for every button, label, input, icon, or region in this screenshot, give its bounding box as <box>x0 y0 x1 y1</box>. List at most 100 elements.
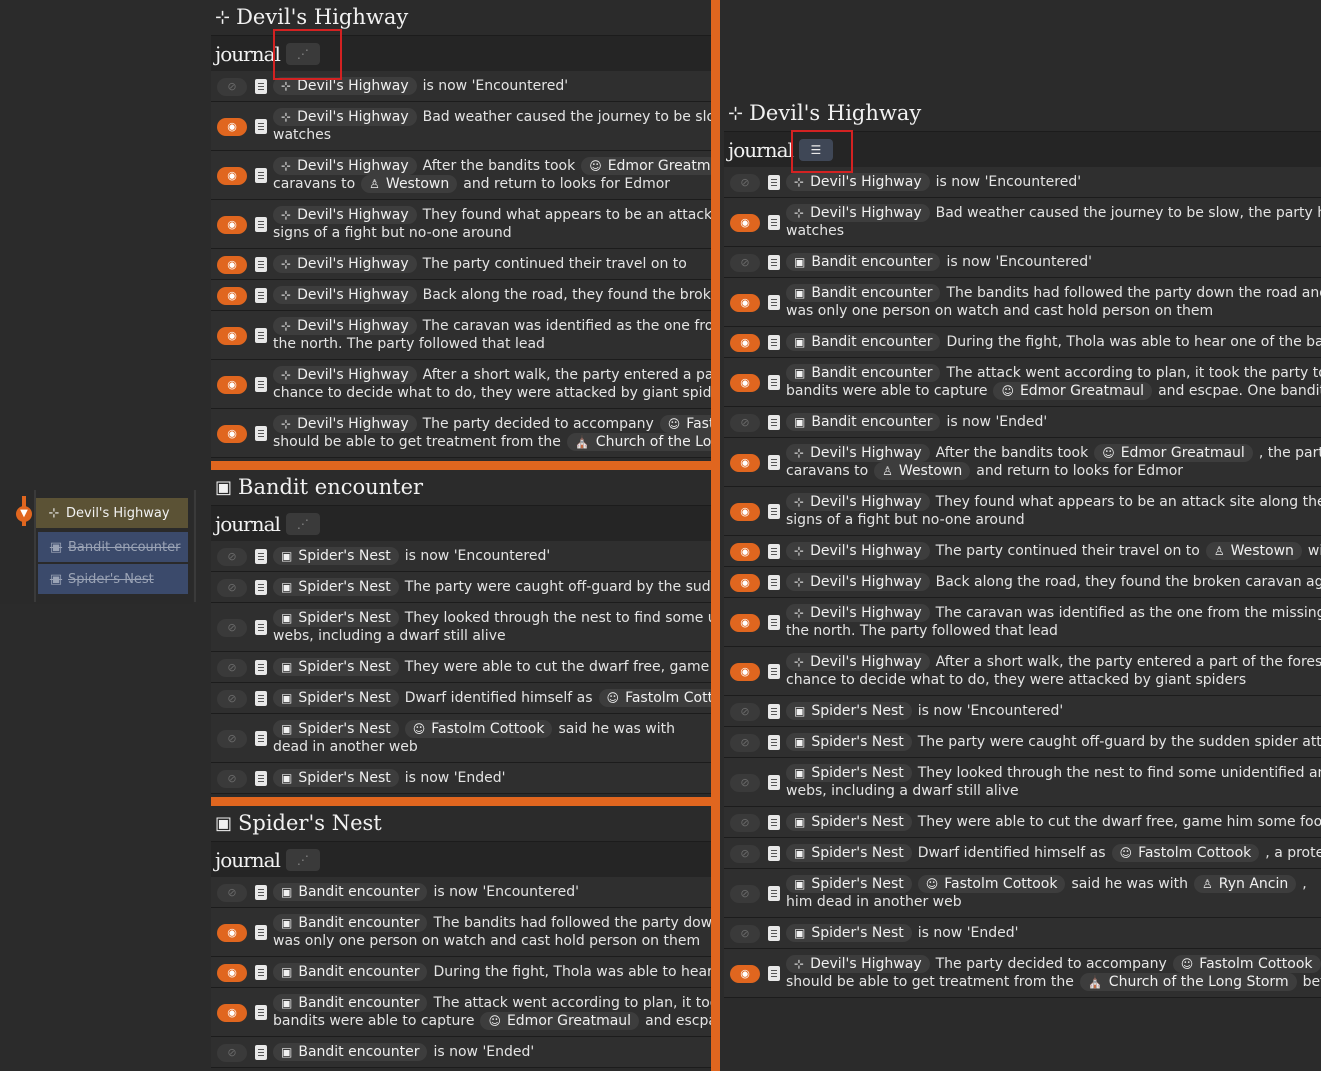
eye-off-icon[interactable]: ⊘ <box>730 884 760 903</box>
link-chip[interactable]: ▣ Bandit encounter <box>273 1043 428 1061</box>
document-icon[interactable] <box>255 217 267 232</box>
document-icon[interactable] <box>255 79 267 94</box>
document-icon[interactable] <box>768 544 780 559</box>
link-chip[interactable]: ▣ Spider's Nest <box>786 844 912 862</box>
document-icon[interactable] <box>768 575 780 590</box>
eye-off-icon[interactable]: ⊘ <box>730 813 760 832</box>
link-chip[interactable]: ⛪ Church of the Long <box>566 433 711 451</box>
document-icon[interactable] <box>255 119 267 134</box>
document-icon[interactable] <box>255 925 267 940</box>
eye-icon[interactable]: ◉ <box>217 286 247 305</box>
eye-icon[interactable]: ◉ <box>217 326 247 345</box>
link-chip[interactable]: ⊹ Devil's Highway <box>273 108 417 126</box>
link-chip[interactable]: ▣ Bandit encounter <box>273 914 428 932</box>
link-chip[interactable]: ⊹ Devil's Highway <box>273 366 417 384</box>
eye-icon[interactable]: ◉ <box>730 333 760 352</box>
link-chip[interactable]: ▣ Bandit encounter <box>786 333 941 351</box>
document-icon[interactable] <box>768 664 780 679</box>
document-icon[interactable] <box>768 295 780 310</box>
link-chip[interactable]: ☺ Fastolm Cottook <box>1111 844 1260 862</box>
link-chip[interactable]: ☺ Fast <box>659 415 711 433</box>
eye-icon[interactable]: ◉ <box>730 573 760 592</box>
eye-off-icon[interactable]: ⊘ <box>730 702 760 721</box>
link-chip[interactable]: ▣ Bandit encounter <box>786 253 941 271</box>
link-chip[interactable]: ▣ Spider's Nest <box>786 702 912 720</box>
document-icon[interactable] <box>255 549 267 564</box>
document-icon[interactable] <box>768 926 780 941</box>
eye-icon[interactable]: ◉ <box>730 662 760 681</box>
document-icon[interactable] <box>768 966 780 981</box>
link-chip[interactable]: ▣ Spider's Nest <box>786 764 912 782</box>
eye-icon[interactable]: ◉ <box>217 117 247 136</box>
eye-off-icon[interactable]: ⊘ <box>217 618 247 637</box>
eye-off-icon[interactable]: ⊘ <box>217 729 247 748</box>
link-chip[interactable]: ▣ Spider's Nest <box>273 658 399 676</box>
link-chip[interactable]: ♙ Ryn Ancin <box>1194 875 1297 893</box>
eye-off-icon[interactable]: ⊘ <box>217 77 247 96</box>
sidebar-item-devils-highway[interactable]: ⊹ Devil's Highway <box>36 498 188 528</box>
document-icon[interactable] <box>768 504 780 519</box>
link-chip[interactable]: ▣ Spider's Nest <box>786 813 912 831</box>
link-chip[interactable]: ♙ Westown <box>361 175 458 193</box>
link-chip[interactable]: ⊹ Devil's Highway <box>786 573 930 591</box>
eye-off-icon[interactable]: ⊘ <box>217 883 247 902</box>
document-icon[interactable] <box>768 375 780 390</box>
eye-icon[interactable]: ◉ <box>217 215 247 234</box>
link-chip[interactable]: ⊹ Devil's Highway <box>273 317 417 335</box>
chevron-down-icon[interactable]: ▼ <box>16 506 32 522</box>
link-chip[interactable]: ♙ Westown <box>874 462 971 480</box>
sidebar-item-bandit-encounter[interactable]: ▣ Bandit encounter <box>38 532 188 562</box>
document-icon[interactable] <box>255 377 267 392</box>
eye-off-icon[interactable]: ⊘ <box>730 924 760 943</box>
eye-off-icon[interactable]: ⊘ <box>217 578 247 597</box>
document-icon[interactable] <box>255 1005 267 1020</box>
eye-off-icon[interactable]: ⊘ <box>217 658 247 677</box>
document-icon[interactable] <box>768 455 780 470</box>
link-chip[interactable]: ⊹ Devil's Highway <box>786 493 930 511</box>
document-icon[interactable] <box>768 615 780 630</box>
document-icon[interactable] <box>255 426 267 441</box>
eye-icon[interactable]: ◉ <box>730 964 760 983</box>
eye-off-icon[interactable]: ⊘ <box>730 413 760 432</box>
document-icon[interactable] <box>255 328 267 343</box>
document-icon[interactable] <box>768 175 780 190</box>
link-chip[interactable]: ☺ Fastolm Cottook <box>1172 955 1321 973</box>
document-icon[interactable] <box>255 1045 267 1060</box>
eye-icon[interactable]: ◉ <box>730 502 760 521</box>
document-icon[interactable] <box>255 965 267 980</box>
document-icon[interactable] <box>768 775 780 790</box>
link-chip[interactable]: ▣ Spider's Nest <box>273 609 399 627</box>
link-chip[interactable]: ⊹ Devil's Highway <box>273 415 417 433</box>
eye-off-icon[interactable]: ⊘ <box>730 253 760 272</box>
eye-icon[interactable]: ◉ <box>217 963 247 982</box>
link-chip[interactable]: ⊹ Devil's Highway <box>786 173 930 191</box>
document-icon[interactable] <box>255 168 267 183</box>
link-chip[interactable]: ▣ Bandit encounter <box>273 883 428 901</box>
document-icon[interactable] <box>768 335 780 350</box>
document-icon[interactable] <box>768 255 780 270</box>
link-chip[interactable]: ⛪ Church of the Long Storm <box>1079 973 1297 991</box>
document-icon[interactable] <box>255 660 267 675</box>
eye-icon[interactable]: ◉ <box>217 1003 247 1022</box>
link-chip[interactable]: ▣ Spider's Nest <box>273 578 399 596</box>
eye-icon[interactable]: ◉ <box>217 166 247 185</box>
eye-off-icon[interactable]: ⊘ <box>217 547 247 566</box>
link-chip[interactable]: ⊹ Devil's Highway <box>786 542 930 560</box>
link-chip[interactable]: ☺ Fastolm Cott <box>598 689 711 707</box>
eye-icon[interactable]: ◉ <box>730 453 760 472</box>
document-icon[interactable] <box>255 580 267 595</box>
link-chip[interactable]: ⊹ Devil's Highway <box>786 955 930 973</box>
link-chip[interactable]: ▣ Spider's Nest <box>786 733 912 751</box>
eye-icon[interactable]: ◉ <box>730 613 760 632</box>
eye-icon[interactable]: ◉ <box>730 542 760 561</box>
sidebar-item-spiders-nest[interactable]: ▣ Spider's Nest <box>38 564 188 594</box>
link-chip[interactable]: ▣ Bandit encounter <box>273 963 428 981</box>
link-chip[interactable]: ⊹ Devil's Highway <box>273 286 417 304</box>
link-chip[interactable]: ▣ Spider's Nest <box>273 720 399 738</box>
document-icon[interactable] <box>255 257 267 272</box>
document-icon[interactable] <box>768 415 780 430</box>
document-icon[interactable] <box>768 846 780 861</box>
filter-off-icon[interactable]: ⋰ <box>285 513 320 535</box>
eye-icon[interactable]: ◉ <box>217 424 247 443</box>
link-chip[interactable]: ⊹ Devil's Highway <box>786 204 930 222</box>
